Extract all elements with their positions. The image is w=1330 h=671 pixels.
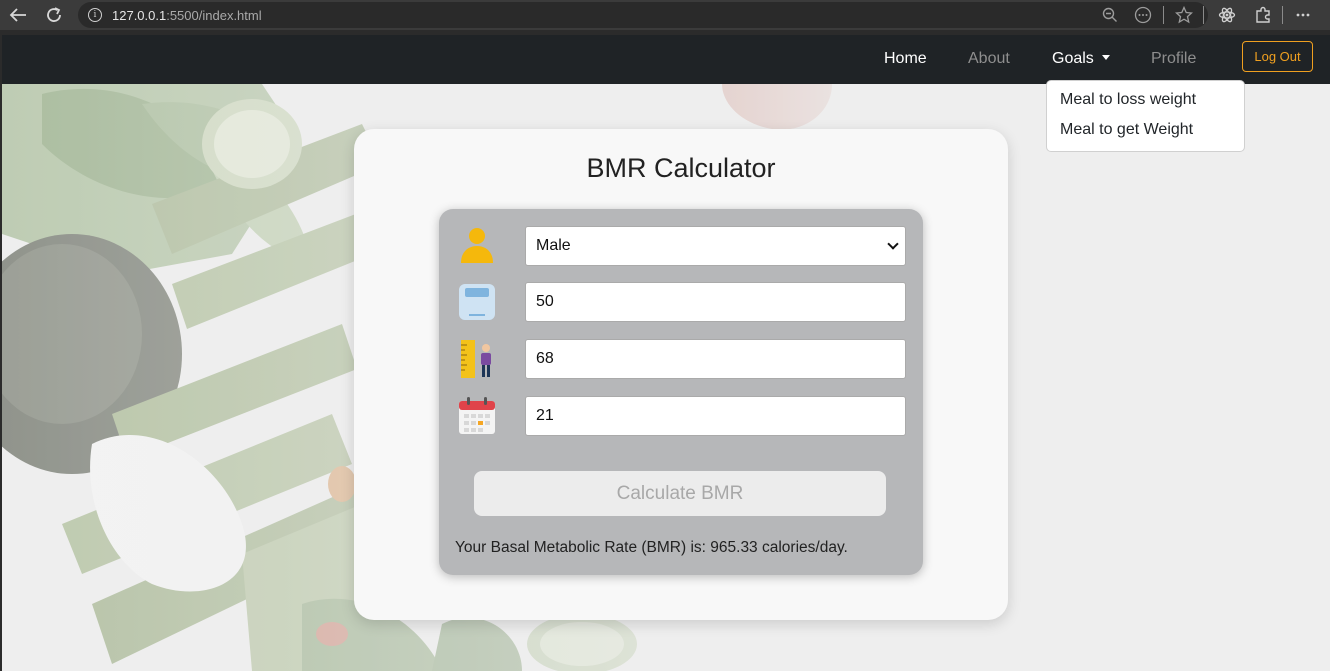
calculate-bmr-button[interactable]: Calculate BMR xyxy=(474,471,886,516)
chevron-down-icon xyxy=(887,238,899,250)
bmr-result-text: Your Basal Metabolic Rate (BMR) is: 965.… xyxy=(455,539,848,556)
nav-goals-label: Goals xyxy=(1052,50,1094,67)
caret-down-icon xyxy=(1101,55,1110,60)
zoom-out-icon[interactable] xyxy=(1099,4,1121,26)
back-arrow-icon[interactable] xyxy=(6,3,30,27)
toolbar-divider xyxy=(1203,6,1204,24)
more-actions-icon[interactable] xyxy=(1132,4,1154,26)
calendar-icon xyxy=(457,396,497,436)
toolbar-divider xyxy=(1282,6,1283,24)
nav-home-link[interactable]: Home xyxy=(884,50,927,68)
gender-select[interactable]: Male xyxy=(525,226,906,266)
url-text: 127.0.0.1:5500/index.html xyxy=(112,7,262,23)
logout-button[interactable]: Log Out xyxy=(1242,41,1313,72)
nav-goals-dropdown-toggle[interactable]: Goals xyxy=(1052,50,1110,68)
height-ruler-icon xyxy=(457,339,497,379)
nav-about-link[interactable]: About xyxy=(968,50,1010,68)
react-extension-icon[interactable] xyxy=(1216,4,1238,26)
gender-select-value: Male xyxy=(536,237,571,254)
age-input[interactable]: 21 xyxy=(525,396,906,436)
address-bar[interactable]: i 127.0.0.1:5500/index.html xyxy=(78,2,1208,28)
nav-profile-link[interactable]: Profile xyxy=(1151,50,1196,68)
settings-menu-icon[interactable] xyxy=(1292,4,1314,26)
scale-icon xyxy=(457,282,497,322)
height-input[interactable]: 68 xyxy=(525,339,906,379)
person-icon xyxy=(457,225,497,265)
reload-icon[interactable] xyxy=(42,3,66,27)
weight-input[interactable]: 50 xyxy=(525,282,906,322)
toolbar-divider xyxy=(1163,6,1164,24)
goals-dropdown-menu: Meal to loss weight Meal to get Weight xyxy=(1046,80,1245,152)
bmr-form-panel: Male 50 68 21 Calculate BMR Your Basal M… xyxy=(439,209,923,575)
dropdown-item-get-weight[interactable]: Meal to get Weight xyxy=(1047,120,1244,150)
extensions-puzzle-icon[interactable] xyxy=(1252,4,1274,26)
favorite-star-icon[interactable] xyxy=(1173,4,1195,26)
bmr-calculator-card: BMR Calculator Male 50 68 21 Calculate B… xyxy=(354,129,1008,620)
dropdown-item-loss-weight[interactable]: Meal to loss weight xyxy=(1047,90,1244,120)
top-navbar: Home About Goals Profile Log Out xyxy=(2,35,1330,84)
page-title: BMR Calculator xyxy=(586,153,776,183)
browser-toolbar: i 127.0.0.1:5500/index.html xyxy=(0,0,1330,30)
info-icon[interactable]: i xyxy=(88,8,102,22)
page-viewport: Home About Goals Profile Log Out Meal to… xyxy=(2,35,1330,671)
